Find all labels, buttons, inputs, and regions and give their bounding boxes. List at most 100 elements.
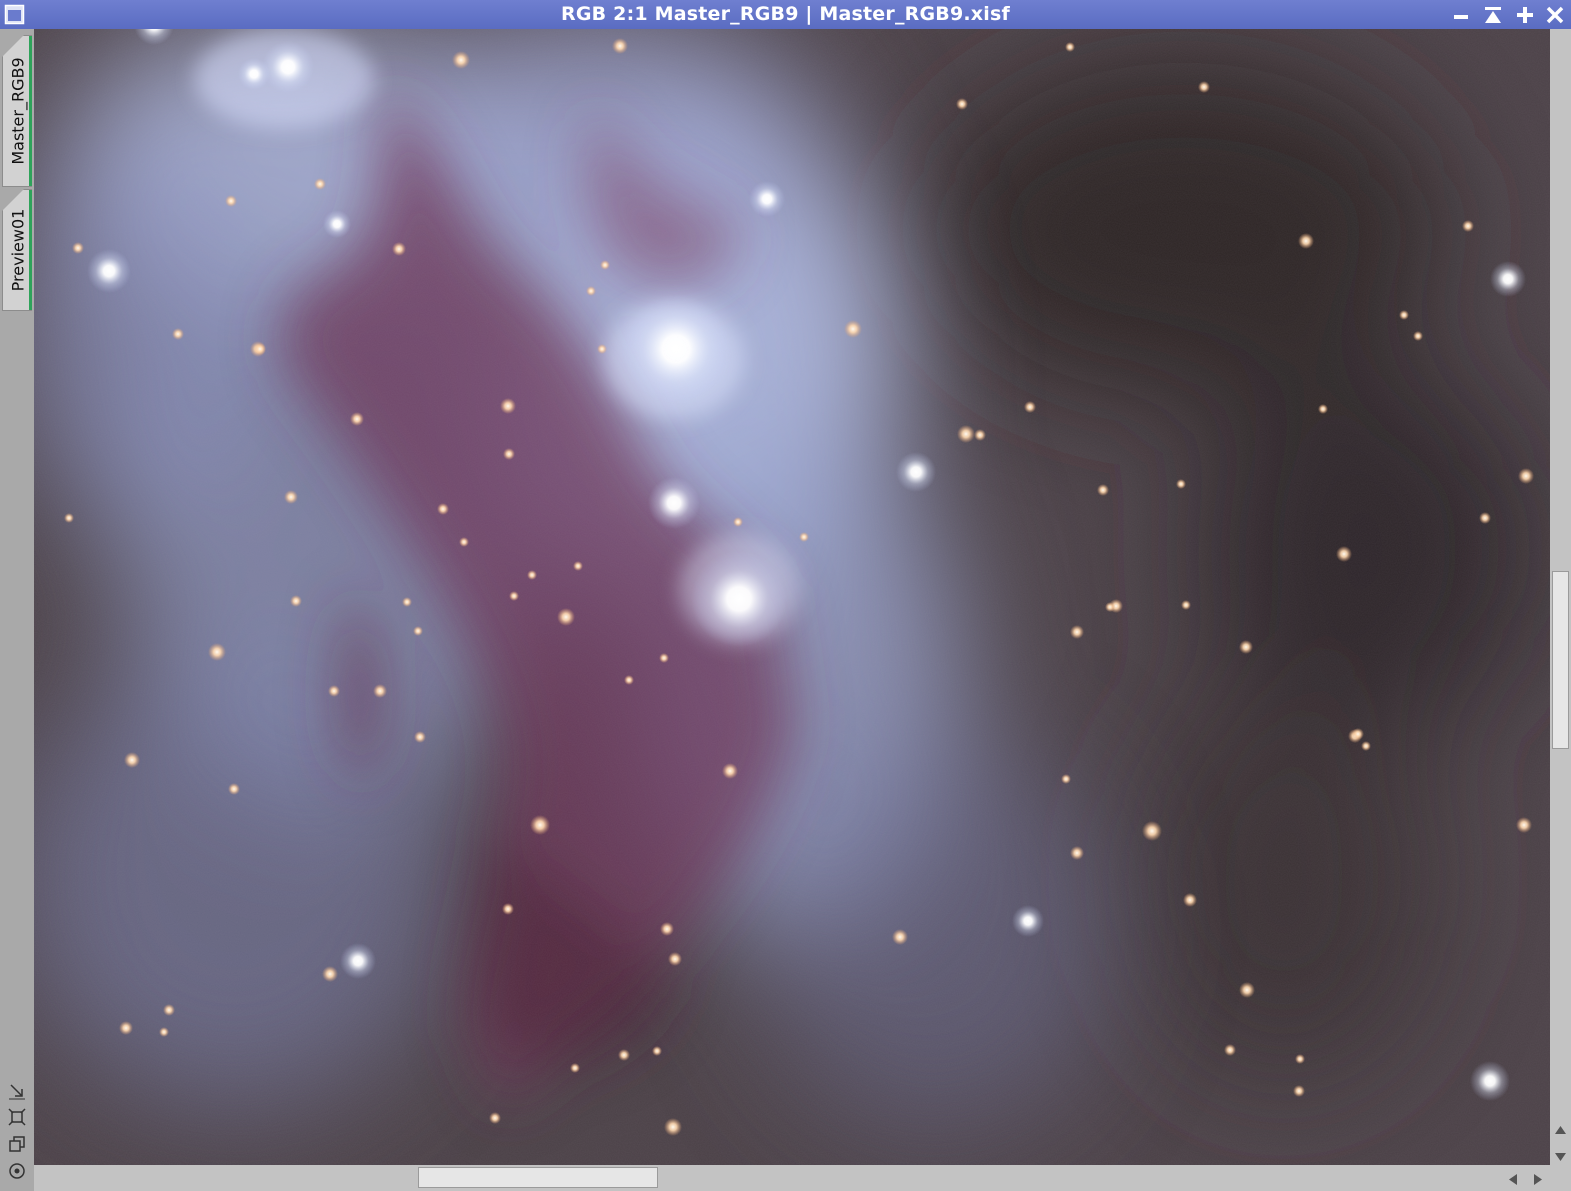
- vertical-scroll-thumb[interactable]: [1552, 571, 1569, 749]
- tab-preview01[interactable]: Preview01: [2, 189, 32, 311]
- star: [328, 685, 340, 697]
- star: [228, 783, 240, 795]
- star: [1336, 546, 1352, 562]
- star: [896, 452, 936, 492]
- star: [1462, 220, 1474, 232]
- star: [691, 551, 787, 647]
- star: [956, 98, 968, 110]
- tab-master-rgb9[interactable]: Master_RGB9: [2, 35, 32, 187]
- star: [1518, 468, 1534, 484]
- minimize-icon[interactable]: [1449, 3, 1473, 27]
- clone-view-icon[interactable]: [7, 1134, 27, 1154]
- star: [1239, 640, 1253, 654]
- tab-label: Preview01: [8, 208, 27, 292]
- scroll-down-icon[interactable]: [1554, 1147, 1567, 1166]
- shade-icon[interactable]: [1481, 3, 1505, 27]
- star: [500, 398, 516, 414]
- star: [844, 320, 862, 338]
- star: [600, 260, 610, 270]
- star: [1293, 1085, 1305, 1097]
- star: [64, 513, 74, 523]
- star: [597, 344, 607, 354]
- maximize-icon[interactable]: [1513, 3, 1537, 27]
- star: [323, 210, 351, 238]
- image-viewport[interactable]: [34, 29, 1550, 1165]
- window-title: RGB 2:1 Master_RGB9 | Master_RGB9.xisf: [561, 3, 1010, 25]
- star: [284, 490, 298, 504]
- star: [586, 286, 596, 296]
- star: [1516, 817, 1532, 833]
- window-titlebar[interactable]: RGB 2:1 Master_RGB9 | Master_RGB9.xisf: [0, 0, 1571, 29]
- star: [557, 608, 575, 626]
- star: [413, 626, 423, 636]
- scroll-left-icon[interactable]: [1508, 1171, 1518, 1190]
- star: [1176, 479, 1186, 489]
- star: [452, 51, 470, 69]
- star: [974, 429, 986, 441]
- star: [322, 966, 338, 982]
- star: [624, 675, 634, 685]
- star: [350, 412, 364, 426]
- star: [509, 591, 519, 601]
- star: [660, 922, 674, 936]
- star: [1470, 1061, 1510, 1101]
- star: [172, 328, 184, 340]
- star: [1065, 42, 1075, 52]
- star: [124, 752, 140, 768]
- star: [1181, 600, 1191, 610]
- star: [262, 41, 314, 93]
- star: [668, 952, 682, 966]
- vertical-scrollbar[interactable]: [1550, 29, 1571, 1165]
- star: [749, 181, 785, 217]
- star: [1198, 81, 1210, 93]
- star: [1097, 484, 1109, 496]
- star: [1318, 404, 1328, 414]
- star: [957, 425, 975, 443]
- star: [621, 294, 731, 404]
- star: [392, 242, 406, 256]
- star: [1413, 331, 1423, 341]
- nebula-image: [34, 29, 1550, 1165]
- star: [1224, 1044, 1236, 1056]
- target-icon[interactable]: [7, 1161, 27, 1181]
- star: [1490, 261, 1526, 297]
- star: [1061, 774, 1071, 784]
- star: [652, 1046, 662, 1056]
- horizontal-scroll-thumb[interactable]: [418, 1167, 658, 1188]
- star: [1183, 893, 1197, 907]
- star: [799, 532, 809, 542]
- star: [402, 597, 412, 607]
- star: [1105, 602, 1115, 612]
- star: [1295, 1054, 1305, 1064]
- star: [573, 561, 583, 571]
- star: [1361, 741, 1371, 751]
- fit-view-icon[interactable]: [7, 1107, 27, 1127]
- tab-label: Master_RGB9: [8, 57, 27, 165]
- star: [1070, 846, 1084, 860]
- star: [340, 943, 376, 979]
- star: [1352, 728, 1364, 740]
- tab-corner: [2, 35, 24, 57]
- star: [648, 477, 700, 529]
- star: [238, 58, 270, 90]
- star: [459, 537, 469, 547]
- scroll-right-icon[interactable]: [1533, 1171, 1543, 1190]
- star: [664, 1118, 682, 1136]
- star: [527, 570, 537, 580]
- star: [119, 1021, 133, 1035]
- star: [618, 1049, 630, 1061]
- zoom-to-fit-icon[interactable]: [7, 1081, 27, 1101]
- star: [208, 643, 226, 661]
- star: [290, 595, 302, 607]
- star: [659, 653, 669, 663]
- close-icon[interactable]: [1543, 3, 1567, 27]
- star: [1479, 512, 1491, 524]
- star: [489, 1112, 501, 1124]
- star: [502, 903, 514, 915]
- star: [1239, 982, 1255, 998]
- star: [1142, 821, 1162, 841]
- horizontal-scrollbar[interactable]: [34, 1165, 1550, 1191]
- star: [733, 517, 743, 527]
- star: [72, 242, 84, 254]
- scroll-up-icon[interactable]: [1554, 1120, 1567, 1139]
